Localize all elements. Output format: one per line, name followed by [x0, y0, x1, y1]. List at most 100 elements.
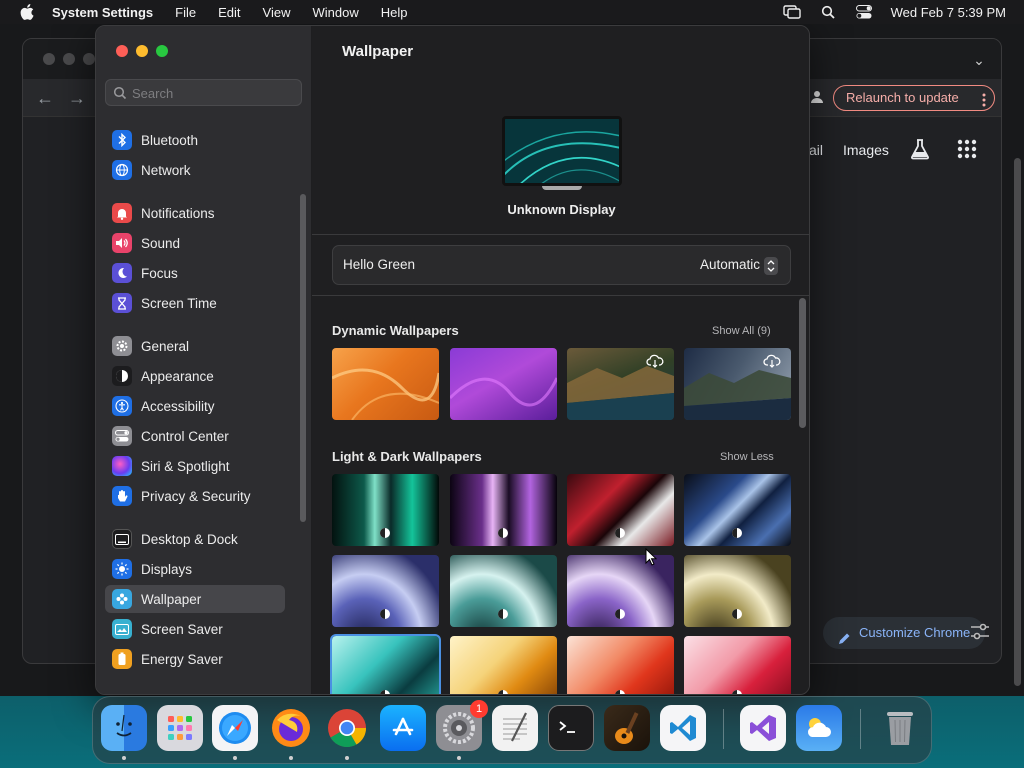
desktop-scrollbar[interactable]	[1014, 158, 1021, 686]
visual-studio-icon[interactable]	[740, 705, 786, 751]
visual-studio-code-icon[interactable]	[660, 705, 706, 751]
pencil-icon	[837, 626, 851, 644]
launchpad-icon[interactable]	[157, 705, 203, 751]
menu-file[interactable]: File	[175, 5, 196, 20]
wallpaper-thumbnail[interactable]	[332, 348, 439, 420]
sidebar-item-focus[interactable]: Focus	[105, 259, 285, 287]
sidebar-item-general[interactable]: General	[105, 332, 285, 360]
relaunch-to-update-button[interactable]: Relaunch to update	[833, 85, 995, 111]
system-settings-icon[interactable]: 1	[436, 700, 488, 751]
light-dark-icon	[614, 688, 626, 694]
profile-icon[interactable]	[809, 89, 825, 105]
light-dark-icon	[379, 526, 391, 538]
filter-sliders-icon[interactable]	[969, 621, 991, 643]
menu-view[interactable]: View	[263, 5, 291, 20]
garageband-icon[interactable]	[604, 705, 650, 751]
trash-icon[interactable]	[877, 705, 923, 751]
menu-help[interactable]: Help	[381, 5, 408, 20]
menu-app-name[interactable]: System Settings	[52, 5, 153, 20]
sidebar-item-sound[interactable]: Sound	[105, 229, 285, 257]
sidebar-item-notifications[interactable]: Notifications	[105, 199, 285, 227]
sun-icon	[112, 559, 132, 579]
sidebar-item-network[interactable]: Network	[105, 156, 285, 184]
app-store-icon[interactable]	[380, 705, 426, 751]
wallpaper-thumbnail[interactable]	[450, 348, 557, 420]
wallpaper-thumbnail[interactable]	[684, 555, 791, 627]
google-apps-icon[interactable]	[957, 139, 977, 159]
sidebar-item-displays[interactable]: Displays	[105, 555, 285, 583]
sidebar-item-desktop-dock[interactable]: Desktop & Dock	[105, 525, 285, 553]
chevron-updown-icon[interactable]	[764, 257, 778, 275]
sidebar-scrollbar[interactable]	[300, 194, 306, 522]
menu-clock[interactable]: Wed Feb 7 5:39 PM	[891, 5, 1006, 20]
menu-window[interactable]: Window	[312, 5, 358, 20]
search-input[interactable]	[132, 84, 292, 102]
mouse-cursor-icon	[645, 547, 658, 566]
sidebar-item-label: Appearance	[141, 368, 214, 384]
sidebar-item-wallpaper[interactable]: Wallpaper	[105, 585, 285, 613]
sidebar-item-energy-saver[interactable]: Energy Saver	[105, 645, 285, 673]
gmail-link[interactable]: ail	[809, 142, 823, 158]
chrome-zoom-button[interactable]	[83, 53, 95, 65]
light-dark-icon	[614, 526, 626, 538]
close-button[interactable]	[116, 45, 128, 57]
minimize-button[interactable]	[136, 45, 148, 57]
firefox-icon[interactable]	[268, 705, 314, 751]
menu-edit[interactable]: Edit	[218, 5, 240, 20]
sidebar-item-bluetooth[interactable]: Bluetooth	[105, 126, 285, 154]
sidebar-item-label: Wallpaper	[141, 591, 202, 607]
sidebar-item-accessibility[interactable]: Accessibility	[105, 392, 285, 420]
safari-icon[interactable]	[212, 705, 258, 751]
customize-chrome-button[interactable]: Customize Chrome	[823, 617, 985, 649]
chrome-minimize-button[interactable]	[63, 53, 75, 65]
finder-icon[interactable]	[101, 705, 147, 751]
back-arrow-icon[interactable]: ←	[33, 87, 57, 109]
control-center-icon[interactable]	[855, 3, 873, 21]
current-wallpaper-row[interactable]: Hello Green Automatic	[332, 245, 791, 285]
zoom-button[interactable]	[156, 45, 168, 57]
wallpaper-thumbnail[interactable]	[567, 636, 674, 694]
wallpaper-thumbnail[interactable]	[567, 348, 674, 420]
wallpaper-thumbnail[interactable]	[567, 555, 674, 627]
images-link[interactable]: Images	[843, 142, 889, 158]
wallpaper-thumbnail[interactable]	[450, 636, 557, 694]
terminal-icon[interactable]	[548, 705, 594, 751]
sidebar-item-appearance[interactable]: Appearance	[105, 362, 285, 390]
sidebar-item-label: Displays	[141, 561, 193, 577]
screen-saver-icon	[112, 619, 132, 639]
content-scrollbar[interactable]	[799, 298, 806, 428]
search-field[interactable]	[105, 79, 302, 106]
wallpaper-thumbnail[interactable]	[684, 636, 791, 694]
wallpaper-thumbnail[interactable]	[450, 555, 557, 627]
apple-icon[interactable]	[18, 3, 36, 21]
appearance-mode-select[interactable]: Automatic	[700, 257, 760, 272]
light-dark-icon	[497, 607, 509, 619]
forward-arrow-icon[interactable]: →	[65, 87, 89, 109]
sidebar-item-privacy-security[interactable]: Privacy & Security	[105, 482, 285, 510]
hand-icon	[112, 486, 132, 506]
sidebar-item-control-center[interactable]: Control Center	[105, 422, 285, 450]
chrome-icon[interactable]	[324, 705, 370, 751]
wallpaper-thumbnail[interactable]	[332, 474, 439, 546]
wallpaper-thumbnail[interactable]	[567, 474, 674, 546]
section-title-dynamic: Dynamic Wallpapers	[332, 323, 459, 338]
more-vertical-icon[interactable]	[982, 91, 986, 107]
wallpaper-thumbnail[interactable]	[684, 474, 791, 546]
weather-icon[interactable]	[796, 705, 842, 751]
spotlight-search-icon[interactable]	[819, 3, 837, 21]
screen-mirroring-icon[interactable]	[782, 3, 801, 21]
wallpaper-thumbnail[interactable]	[332, 555, 439, 627]
settings-sidebar: Bluetooth Network Notifications Sound	[96, 26, 312, 694]
chrome-close-button[interactable]	[43, 53, 55, 65]
wallpaper-thumbnail[interactable]	[684, 348, 791, 420]
chevron-down-icon[interactable]: ⌄	[971, 53, 987, 67]
textedit-icon[interactable]	[492, 705, 538, 751]
wallpaper-thumbnail[interactable]	[450, 474, 557, 546]
labs-flask-icon[interactable]	[909, 138, 931, 160]
show-all-button[interactable]: Show All (9)	[712, 325, 771, 337]
show-less-button[interactable]: Show Less	[720, 451, 774, 463]
sidebar-item-siri-spotlight[interactable]: Siri & Spotlight	[105, 452, 285, 480]
sidebar-item-screen-saver[interactable]: Screen Saver	[105, 615, 285, 643]
sidebar-item-screen-time[interactable]: Screen Time	[105, 289, 285, 317]
wallpaper-thumbnail-selected[interactable]	[330, 634, 441, 694]
